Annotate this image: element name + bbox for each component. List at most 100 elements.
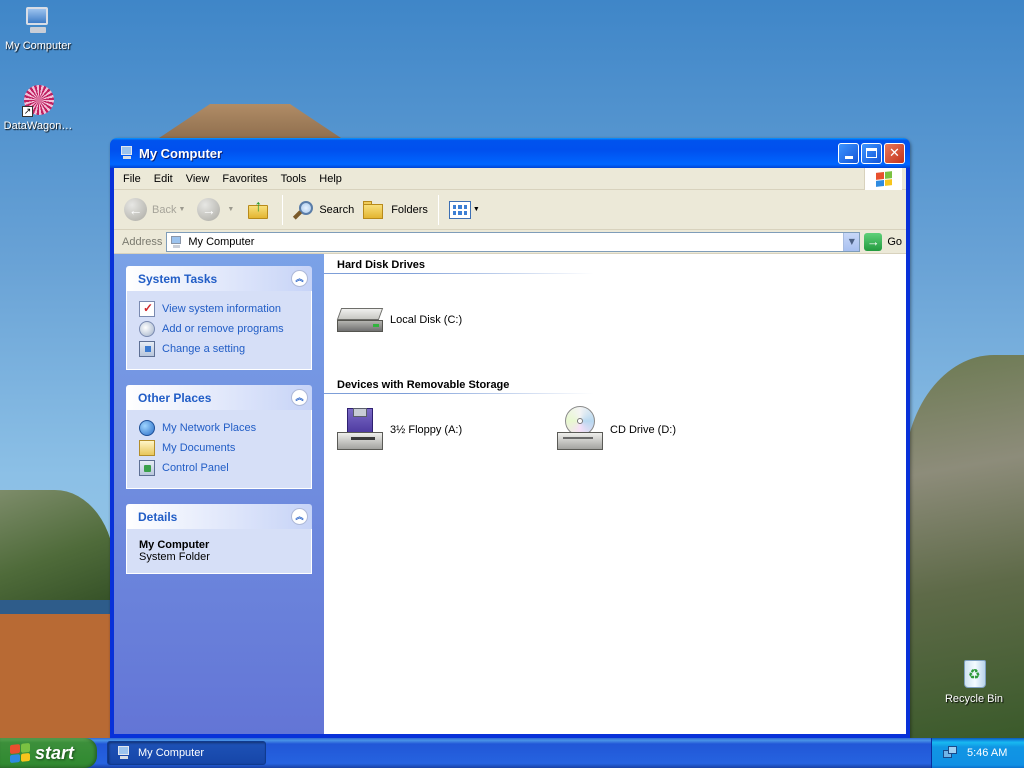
taskbar-button-label: My Computer: [138, 747, 205, 759]
details-type: System Folder: [139, 551, 210, 563]
task-add-remove-programs[interactable]: Add or remove programs: [139, 319, 301, 339]
network-places-icon: [139, 420, 155, 436]
search-button[interactable]: Search: [289, 194, 358, 226]
minimize-button[interactable]: [838, 142, 859, 164]
up-button[interactable]: ↑: [242, 194, 276, 226]
title-bar[interactable]: My Computer ✕: [110, 138, 910, 168]
windows-logo-icon: [10, 742, 30, 764]
back-arrow-icon: ←: [124, 198, 147, 221]
close-icon: ✕: [889, 145, 900, 161]
my-computer-icon: [22, 5, 54, 37]
toolbar-separator: [282, 194, 284, 225]
system-tasks-header[interactable]: System Tasks ︽: [126, 266, 312, 291]
chevron-down-icon[interactable]: ▼: [227, 206, 234, 213]
address-bar: Address My Computer ▼ → Go: [114, 230, 906, 254]
my-computer-window: My Computer ✕ File Edit View Favorites T…: [110, 138, 910, 738]
back-label: Back: [152, 203, 177, 216]
task-label: View system information: [162, 303, 282, 315]
my-documents-icon: [139, 440, 155, 456]
panel-title: System Tasks: [138, 271, 218, 286]
add-remove-programs-icon: [139, 321, 155, 337]
menu-edit[interactable]: Edit: [147, 168, 179, 190]
recycle-bin-icon: ♻: [958, 658, 990, 690]
place-label: My Network Places: [162, 422, 257, 434]
menu-bar: File Edit View Favorites Tools Help: [114, 168, 906, 190]
group-divider: [324, 273, 594, 274]
my-computer-icon: [170, 235, 184, 249]
drive-floppy-a[interactable]: 3½ Floppy (A:): [337, 406, 557, 454]
task-label: Add or remove programs: [162, 323, 284, 335]
views-icon: [448, 200, 471, 219]
menu-tools[interactable]: Tools: [274, 168, 313, 190]
drive-local-disk-c[interactable]: Local Disk (C:): [336, 296, 557, 344]
desktop-icon-label: Recycle Bin: [944, 693, 1004, 705]
windows-logo-icon: [864, 168, 902, 190]
taskbar-button-my-computer[interactable]: My Computer: [107, 741, 266, 765]
address-field[interactable]: My Computer ▼: [166, 231, 861, 252]
place-my-documents[interactable]: My Documents: [139, 438, 301, 458]
my-computer-icon: [119, 145, 135, 161]
address-dropdown-button[interactable]: ▼: [843, 232, 860, 251]
control-panel-icon: [139, 341, 155, 357]
other-places-panel: Other Places ︽ My Network Places My Docu…: [126, 385, 312, 489]
details-panel: Details ︽ My Computer System Folder: [126, 504, 312, 574]
chevron-down-icon: ▼: [472, 206, 480, 213]
go-arrow-icon: →: [864, 232, 883, 251]
go-label: Go: [887, 235, 902, 248]
standard-toolbar: ← Back ▼ → ▼ ↑ Search Folders ▼: [114, 190, 906, 230]
folders-button[interactable]: Folders: [358, 194, 432, 226]
system-tasks-panel: System Tasks ︽ View system information A…: [126, 266, 312, 370]
task-pane: System Tasks ︽ View system information A…: [114, 254, 324, 734]
taskbar: start My Computer 5:46 AM: [0, 738, 1024, 768]
window-title: My Computer: [139, 145, 223, 161]
forward-button[interactable]: → ▼: [193, 194, 242, 226]
address-value: My Computer: [188, 235, 255, 248]
maximize-button[interactable]: [861, 142, 882, 164]
task-label: Change a setting: [162, 343, 246, 355]
group-header-removable: Devices with Removable Storage: [337, 379, 510, 391]
cd-drive-icon: [557, 406, 605, 454]
desktop-icon-datawagon[interactable]: ↗ DataWagon…: [0, 85, 78, 132]
file-view: Hard Disk Drives Local Disk (C:) Devices…: [324, 254, 906, 734]
system-tray: 5:46 AM: [931, 738, 1024, 768]
chevron-down-icon[interactable]: ▼: [178, 206, 185, 213]
close-button[interactable]: ✕: [884, 142, 905, 164]
place-control-panel[interactable]: Control Panel: [139, 458, 301, 478]
collapse-icon[interactable]: ︽: [291, 389, 308, 406]
hard-disk-icon: [336, 304, 385, 336]
details-header[interactable]: Details ︽: [126, 504, 312, 529]
back-button[interactable]: ← Back ▼: [120, 194, 193, 226]
other-places-header[interactable]: Other Places ︽: [126, 385, 312, 410]
desktop-icon-label: My Computer: [4, 40, 72, 52]
menu-help[interactable]: Help: [312, 168, 348, 190]
collapse-icon[interactable]: ︽: [291, 508, 308, 525]
wallpaper-boat-hull: [0, 600, 112, 740]
place-my-network-places[interactable]: My Network Places: [139, 418, 301, 438]
maximize-icon: [866, 148, 877, 158]
desktop-icon-label: DataWagon…: [3, 120, 73, 132]
menu-view[interactable]: View: [179, 168, 216, 190]
start-label: start: [35, 742, 75, 763]
details-name: My Computer: [139, 539, 210, 551]
menu-file[interactable]: File: [116, 168, 147, 190]
task-view-system-information[interactable]: View system information: [139, 299, 301, 319]
folders-icon: [362, 199, 386, 221]
my-computer-icon: [116, 745, 132, 761]
views-button[interactable]: ▼: [445, 194, 484, 226]
group-header-hard-disks: Hard Disk Drives: [337, 259, 426, 271]
desktop-icon-recycle-bin[interactable]: ♻ Recycle Bin: [934, 658, 1014, 705]
go-button[interactable]: → Go: [864, 232, 902, 251]
address-label: Address: [122, 235, 163, 248]
collapse-icon[interactable]: ︽: [291, 270, 308, 287]
place-label: Control Panel: [162, 462, 229, 474]
drive-label: 3½ Floppy (A:): [390, 424, 463, 436]
drive-cd-d[interactable]: CD Drive (D:): [557, 406, 777, 454]
window-content: System Tasks ︽ View system information A…: [114, 254, 906, 734]
task-change-setting[interactable]: Change a setting: [139, 339, 301, 359]
menu-favorites[interactable]: Favorites: [215, 168, 273, 190]
network-connection-icon[interactable]: [942, 745, 958, 761]
start-button[interactable]: start: [0, 738, 97, 768]
clock[interactable]: 5:46 AM: [967, 747, 1007, 759]
drive-label: CD Drive (D:): [610, 424, 676, 436]
desktop-icon-my-computer[interactable]: My Computer: [0, 5, 78, 52]
